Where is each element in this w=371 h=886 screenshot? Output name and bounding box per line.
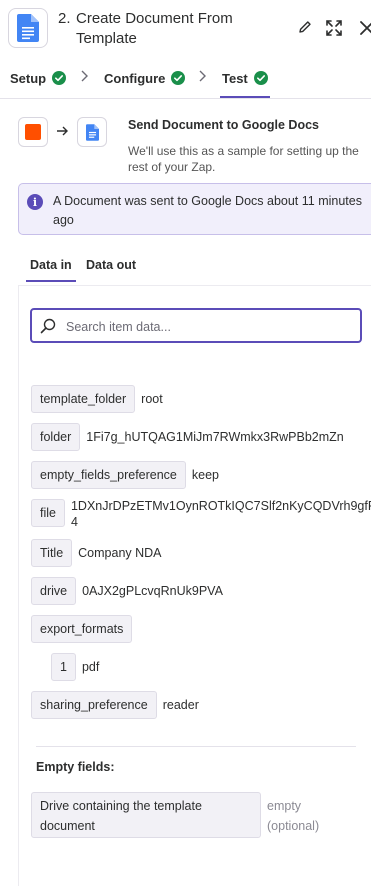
- source-app-chip: [18, 117, 48, 147]
- field-key[interactable]: drive: [31, 577, 77, 605]
- check-circle-icon: [253, 71, 268, 85]
- field-value: 0AJX2gPLcvqRnUk9PVA: [82, 584, 223, 598]
- field-value: keep: [191, 468, 219, 482]
- info-icon: i: [27, 194, 43, 210]
- empty-fields-title: Empty fields:: [36, 760, 115, 774]
- field-value: Company NDA: [78, 546, 162, 560]
- field-value: pdf: [81, 660, 100, 674]
- info-banner-text: A Document was sent to Google Docs about…: [53, 194, 362, 227]
- field-row-nested: 1 pdf: [51, 653, 99, 681]
- field-row: sharing_preference reader: [31, 691, 199, 719]
- tab-data-in[interactable]: Data in: [26, 252, 76, 282]
- chevron-right-icon: [198, 70, 206, 85]
- field-value: root: [141, 392, 163, 406]
- google-docs-icon: [85, 123, 99, 141]
- zapier-icon: [25, 124, 41, 140]
- field-key[interactable]: 1: [51, 653, 76, 681]
- field-row: template_folder root: [31, 385, 163, 413]
- expand-icon[interactable]: [325, 19, 343, 42]
- tab-label: Configure: [104, 70, 166, 86]
- step-number: 2.: [58, 10, 71, 27]
- field-value: 1DXnJrDPzETMv1OynROTkIQC7Slf2nKyCQDVrh9g…: [70, 499, 371, 529]
- test-card-description: We'll use this as a sample for setting u…: [128, 144, 359, 174]
- step-tabs: Setup Configure Test: [0, 60, 371, 99]
- field-value: 1Fi7g_hUTQAG1MiJm7RWmkx3RwPBb2mZn: [86, 430, 344, 444]
- field-value: reader: [162, 698, 199, 712]
- arrow-right-icon: [57, 124, 69, 139]
- search-input[interactable]: [64, 316, 353, 338]
- edit-icon[interactable]: [298, 20, 312, 39]
- step-header: 2. Create Document From Template: [0, 0, 371, 58]
- check-circle-icon: [171, 71, 186, 85]
- tab-configure[interactable]: Configure: [104, 60, 186, 96]
- chevron-right-icon: [80, 70, 88, 85]
- field-key[interactable]: file: [31, 499, 65, 527]
- field-row: Title Company NDA: [31, 539, 162, 567]
- field-key[interactable]: sharing_preference: [31, 691, 157, 719]
- field-key[interactable]: export_formats: [31, 615, 133, 643]
- field-key[interactable]: folder: [31, 423, 81, 451]
- search-icon: [40, 318, 56, 334]
- field-key[interactable]: template_folder: [31, 385, 136, 413]
- app-icon-tile: [8, 8, 48, 48]
- field-key[interactable]: Title: [31, 539, 73, 567]
- field-key[interactable]: empty_fields_preference: [31, 461, 186, 489]
- info-banner: i A Document was sent to Google Docs abo…: [18, 183, 371, 235]
- empty-field-value: empty (optional): [267, 799, 320, 833]
- close-icon[interactable]: [360, 21, 371, 40]
- target-app-chip: [77, 117, 107, 147]
- tab-test[interactable]: Test: [220, 60, 270, 98]
- field-row: drive 0AJX2gPLcvqRnUk9PVA: [31, 577, 223, 605]
- field-row: folder 1Fi7g_hUTQAG1MiJm7RWmkx3RwPBb2mZn: [31, 423, 344, 451]
- tab-data-out[interactable]: Data out: [82, 252, 140, 278]
- field-row: export_formats: [31, 615, 133, 643]
- step-title-text: Create Document From Template: [76, 10, 233, 47]
- tab-setup[interactable]: Setup: [10, 60, 67, 96]
- test-card-title: Send Document to Google Docs: [128, 118, 319, 132]
- empty-field-key[interactable]: Drive containing the template document: [31, 792, 261, 838]
- field-row: file 1DXnJrDPzETMv1OynROTkIQC7Slf2nKyCQD…: [31, 499, 371, 530]
- field-row: empty_fields_preference keep: [31, 461, 219, 489]
- divider: [36, 746, 356, 747]
- tab-label: Setup: [10, 70, 47, 86]
- tab-label: Test: [222, 70, 248, 86]
- search-box: [30, 308, 362, 343]
- google-docs-icon: [17, 14, 39, 42]
- check-circle-icon: [52, 71, 67, 85]
